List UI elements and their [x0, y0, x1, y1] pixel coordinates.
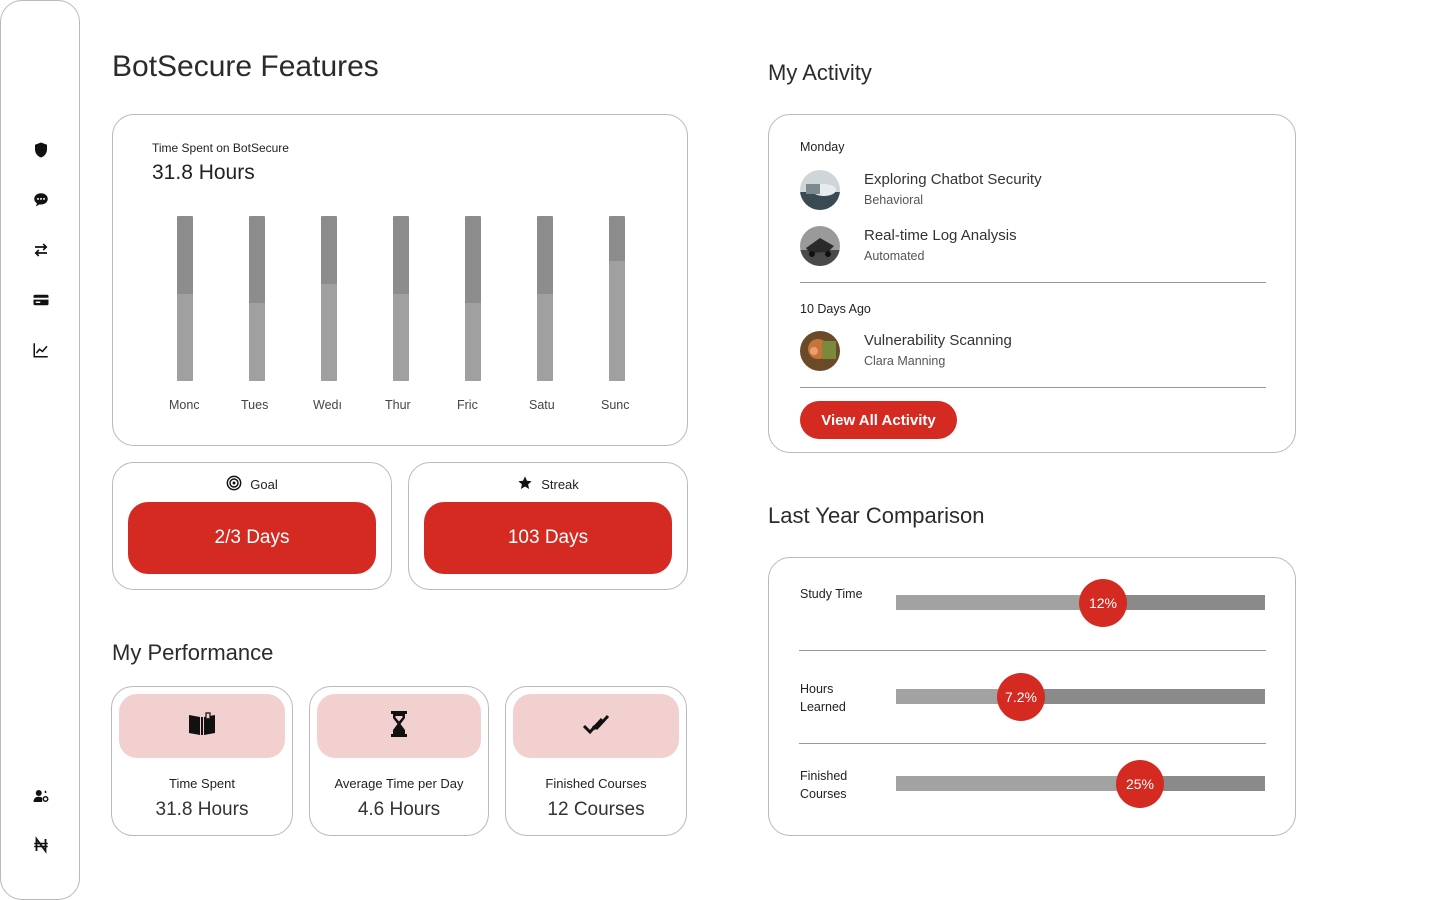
- bar-saturday: [537, 216, 553, 381]
- comparison-percent-badge: 7.2%: [997, 673, 1045, 721]
- comparison-label: Study Time: [800, 587, 863, 601]
- card-icon[interactable]: [29, 288, 53, 312]
- streak-button[interactable]: 103 Days: [424, 502, 672, 574]
- bar-day-label: Wedı: [313, 398, 342, 412]
- bar-fill: [609, 261, 625, 381]
- book-icon: [186, 708, 218, 745]
- chart-total: 31.8 Hours: [152, 161, 255, 184]
- double-check-icon: [580, 708, 612, 745]
- comparison-percent-badge: 12%: [1079, 579, 1127, 627]
- comparison-bar-fill: [896, 776, 1140, 791]
- bar-day-label: Satu: [529, 398, 555, 412]
- activity-day-label: Monday: [800, 140, 845, 154]
- comparison-label: Finished Courses: [800, 769, 848, 801]
- hourglass-icon: [383, 708, 415, 745]
- streak-label: Streak: [541, 477, 579, 492]
- chat-icon[interactable]: [29, 188, 53, 212]
- activity-thumbnail: [800, 331, 840, 371]
- activity-item[interactable]: Vulnerability Scanning Clara Manning: [800, 329, 1240, 373]
- performance-value: 4.6 Hours: [357, 799, 441, 820]
- activity-subtitle: Clara Manning: [864, 354, 946, 368]
- page-title: BotSecure Features: [112, 50, 379, 83]
- performance-icon-box: [119, 694, 285, 758]
- bar-day-label: Thur: [385, 398, 411, 412]
- bar-tuesday: [249, 216, 265, 381]
- user-settings-icon[interactable]: [29, 784, 53, 808]
- comparison-label: Hours Learned: [800, 682, 846, 714]
- comparison-bar-fill: [896, 595, 1103, 610]
- comparison-bar: 7.2%: [896, 673, 1265, 721]
- bar-fill: [537, 294, 553, 381]
- activity-subtitle: Automated: [864, 249, 925, 263]
- activity-item[interactable]: Real-time Log Analysis Automated: [800, 224, 1240, 268]
- streak-card: Streak 103 Days: [408, 462, 688, 590]
- comparison-divider: [799, 743, 1266, 744]
- bar-thursday: [393, 216, 409, 381]
- comparison-bar: 25%: [896, 760, 1265, 808]
- performance-title: My Performance: [112, 640, 274, 665]
- performance-value: 12 Courses: [547, 799, 645, 820]
- bar-sunday: [609, 216, 625, 381]
- activity-thumbnail: [800, 226, 840, 266]
- performance-value: 31.8 Hours: [155, 799, 249, 820]
- sidebar: [0, 0, 80, 900]
- comparison-bar: 12%: [896, 579, 1265, 627]
- goal-button[interactable]: 2/3 Days: [128, 502, 376, 574]
- performance-card-average-time: Average Time per Day 4.6 Hours: [309, 686, 489, 836]
- bar-friday: [465, 216, 481, 381]
- bar-wednesday: [321, 216, 337, 381]
- bar-day-label: Monc: [169, 398, 199, 412]
- performance-label: Finished Courses: [545, 776, 647, 791]
- time-spent-chart-card: Time Spent on BotSecure 31.8 Hours Monc T…: [112, 114, 688, 446]
- activity-card: Monday Exploring Chatbot Security Behavi…: [768, 114, 1296, 453]
- performance-card-time-spent: Time Spent 31.8 Hours: [111, 686, 293, 836]
- activity-title: Real-time Log Analysis: [864, 227, 1017, 244]
- activity-divider: [800, 282, 1266, 283]
- bar-fill: [465, 303, 481, 381]
- activity-thumbnail: [800, 170, 840, 210]
- streak-header: Streak: [409, 475, 687, 494]
- performance-icon-box: [513, 694, 679, 758]
- currency-icon[interactable]: [29, 833, 53, 857]
- bar-fill: [249, 303, 265, 381]
- performance-label: Time Spent: [169, 776, 235, 791]
- comparison-divider: [799, 650, 1266, 651]
- bar-fill: [177, 294, 193, 381]
- chart-icon[interactable]: [29, 338, 53, 362]
- performance-label: Average Time per Day: [334, 776, 464, 791]
- activity-subtitle: Behavioral: [864, 193, 924, 207]
- activity-divider: [800, 387, 1266, 388]
- bar-day-label: Sunc: [601, 398, 630, 412]
- performance-icon-box: [317, 694, 481, 758]
- star-icon: [517, 475, 533, 494]
- activity-item[interactable]: Exploring Chatbot Security Behavioral: [800, 168, 1240, 212]
- bar-monday: [177, 216, 193, 381]
- swap-icon[interactable]: [29, 238, 53, 262]
- target-icon: [226, 475, 242, 494]
- comparison-percent-badge: 25%: [1116, 760, 1164, 808]
- activity-title: Vulnerability Scanning: [864, 332, 1012, 349]
- bar-day-label: Fric: [457, 398, 478, 412]
- bar-fill: [321, 284, 337, 381]
- goal-label: Goal: [250, 477, 278, 492]
- view-all-activity-button[interactable]: View All Activity: [800, 401, 957, 439]
- chart-label: Time Spent on BotSecure: [152, 141, 289, 155]
- goal-header: Goal: [113, 475, 391, 494]
- performance-card-finished-courses: Finished Courses 12 Courses: [505, 686, 687, 836]
- comparison-title: Last Year Comparison: [768, 503, 985, 528]
- bar-day-label: Tues: [241, 398, 269, 412]
- comparison-card: Study Time 12% Hours Learned 7.2% Finish…: [768, 557, 1296, 836]
- bar-fill: [393, 294, 409, 381]
- shield-icon[interactable]: [29, 138, 53, 162]
- goal-card: Goal 2/3 Days: [112, 462, 392, 590]
- activity-day-label: 10 Days Ago: [800, 302, 871, 316]
- activity-title: Exploring Chatbot Security: [864, 171, 1042, 188]
- activity-title: My Activity: [768, 60, 872, 85]
